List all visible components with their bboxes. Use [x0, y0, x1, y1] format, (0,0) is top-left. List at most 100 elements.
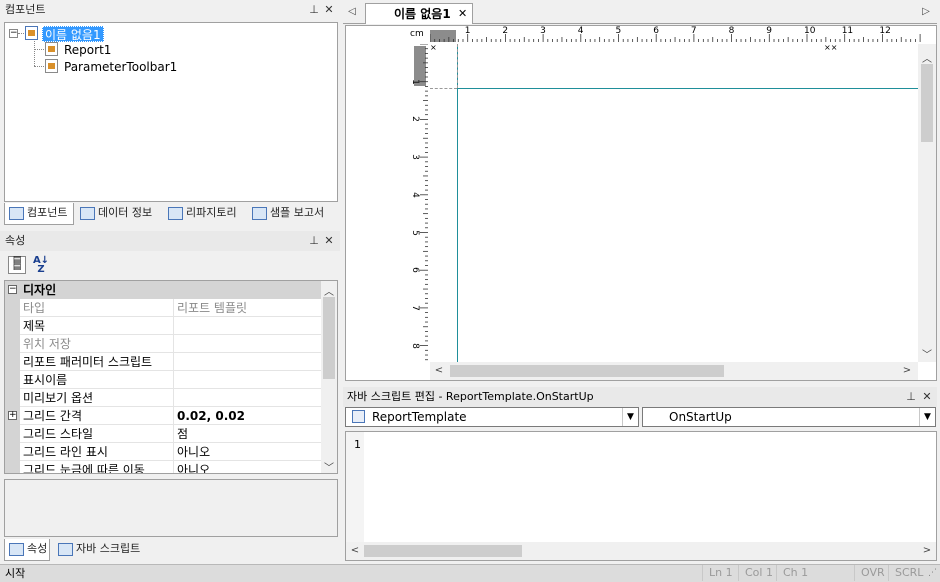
component-panel-title-text: 컴포넌트	[5, 3, 46, 16]
ruler-label: 3	[540, 26, 546, 36]
component-panel-title: 컴포넌트	[0, 0, 338, 20]
property-value[interactable]	[173, 353, 322, 371]
property-value[interactable]	[173, 389, 322, 407]
property-row[interactable]: 그리드 라인 표시 아니오	[20, 443, 322, 461]
ruler-label: 1	[409, 78, 420, 85]
pin-icon[interactable]: ⊥	[307, 231, 321, 251]
scroll-thumb[interactable]	[450, 365, 724, 377]
property-name: 그리드 눈금에 따른 이동	[23, 463, 145, 474]
close-icon[interactable]: ✕	[322, 0, 336, 20]
event-select[interactable]: OnStartUp ▼	[642, 407, 936, 427]
scroll-thumb[interactable]	[323, 297, 335, 379]
property-row[interactable]: 리포트 패러미터 스크립트	[20, 353, 322, 371]
close-tab-icon[interactable]: ✕	[458, 4, 467, 24]
close-icon[interactable]: ✕	[920, 387, 934, 407]
repository-tab-icon	[168, 207, 183, 220]
report-design-area[interactable]: cm 1 2 3 4 5 6 7 8 9 10 11 12 12345678 × ×× ︿ ﹀ < >	[345, 25, 937, 381]
property-row[interactable]: 표시이름	[20, 371, 322, 389]
expand-icon[interactable]: +	[8, 411, 17, 420]
object-select[interactable]: ReportTemplate ▼	[345, 407, 639, 427]
tab-javascript[interactable]: 자바 스크립트	[54, 539, 148, 561]
ruler-label: 6	[409, 267, 420, 274]
property-row[interactable]: 그리드 눈금에 따른 이동 아니오	[20, 461, 322, 474]
script-horizontal-scrollbar[interactable]: < >	[346, 542, 936, 560]
status-bar: 시작 Ln 1 Col 1 Ch 1 OVR SCRL ⋰	[0, 564, 940, 582]
property-row[interactable]: 위치 저장	[20, 335, 322, 353]
scroll-down-icon[interactable]: ﹀	[920, 346, 934, 361]
sample-report-tab-icon	[252, 207, 267, 220]
chevron-down-icon[interactable]: ▼	[622, 408, 638, 426]
document-tab[interactable]: 이름 없음1 ✕	[365, 3, 473, 24]
tree-item-report1[interactable]: Report1	[64, 42, 111, 58]
script-editor-title-text: 자바 스크립트 편집 - ReportTemplate.OnStartUp	[347, 390, 594, 403]
tree-root-item[interactable]: 이름 없음1	[42, 26, 104, 42]
scroll-right-icon[interactable]: >	[920, 545, 934, 556]
tree-line	[34, 41, 35, 66]
report-page[interactable]: × ××	[430, 44, 918, 362]
alphabetical-sort-icon[interactable]: A↓ Z	[32, 256, 50, 275]
property-value[interactable]	[173, 317, 322, 335]
corner-marker-icon: ××	[824, 43, 838, 52]
component-tree[interactable]: − 이름 없음1 Report1 ParameterToolbar1	[4, 22, 338, 202]
property-value[interactable]: 아니오	[173, 443, 322, 461]
categorized-view-icon[interactable]: ▤ ▤	[8, 256, 26, 274]
scroll-down-icon[interactable]: ﹀	[322, 459, 336, 473]
pin-icon[interactable]: ⊥	[307, 0, 321, 20]
ruler-label: 10	[804, 26, 816, 36]
tab-properties[interactable]: 속성	[4, 539, 50, 561]
design-vertical-scrollbar[interactable]: ︿ ﹀	[918, 44, 936, 362]
status-line: Ln 1	[702, 565, 738, 581]
tree-item-parametertoolbar1[interactable]: ParameterToolbar1	[64, 59, 177, 75]
event-select-value: OnStartUp	[669, 410, 732, 424]
tab-sample-report[interactable]: 샘플 보고서	[248, 203, 338, 225]
property-value[interactable]: 아니오	[173, 461, 322, 473]
ruler-label: 2	[409, 116, 420, 123]
script-code-editor[interactable]: 1 < >	[345, 431, 937, 561]
design-horizontal-scrollbar[interactable]: < >	[430, 362, 918, 380]
property-grid[interactable]: − 디자인 타입 리포트 템플릿 제목 위치 저장 리포트 패러미터 스크립트 표…	[4, 280, 338, 474]
javascript-tab-icon	[58, 543, 73, 556]
tree-expander-icon[interactable]: −	[9, 29, 18, 38]
scroll-left-icon[interactable]: <	[348, 545, 362, 556]
scroll-up-icon[interactable]: ︿	[920, 50, 934, 65]
scroll-right-icon[interactable]: >	[900, 365, 914, 376]
ruler-label: 9	[766, 26, 773, 36]
scroll-thumb[interactable]	[921, 64, 933, 142]
tree-line	[34, 66, 44, 67]
collapse-icon[interactable]: −	[8, 285, 17, 294]
property-row[interactable]: 타입 리포트 템플릿	[20, 299, 322, 317]
close-icon[interactable]: ✕	[322, 231, 336, 251]
property-row[interactable]: 미리보기 옵션	[20, 389, 322, 407]
status-column: Col 1	[738, 565, 776, 581]
property-value[interactable]: 0.02, 0.02	[173, 407, 322, 425]
property-row[interactable]: 그리드 스타일 점	[20, 425, 322, 443]
property-grid-scrollbar[interactable]: ︿ ﹀	[321, 281, 337, 473]
component-tab-icon	[9, 207, 24, 220]
tab-repository[interactable]: 리파지토리	[164, 203, 246, 225]
category-label: 디자인	[23, 283, 57, 297]
property-name: 리포트 패러미터 스크립트	[23, 355, 153, 369]
property-value[interactable]	[173, 335, 322, 353]
tab-scroll-right-icon[interactable]: ▷	[919, 6, 933, 17]
line-number-gutter: 1	[346, 432, 364, 542]
resize-grip-icon[interactable]: ⋰	[928, 568, 937, 578]
scroll-thumb[interactable]	[364, 545, 522, 557]
component-panel-tabs: 컴포넌트 데이터 정보 리파지토리 샘플 보고서	[0, 203, 340, 225]
properties-tab-icon	[9, 543, 24, 556]
property-value[interactable]: 점	[173, 425, 322, 443]
chevron-down-icon[interactable]: ▼	[919, 408, 935, 426]
pin-icon[interactable]: ⊥	[904, 387, 918, 407]
tab-data-info[interactable]: 데이터 정보	[76, 203, 162, 225]
ruler-label: 5	[615, 26, 622, 36]
property-category[interactable]: − 디자인	[5, 281, 321, 299]
property-value[interactable]	[173, 371, 322, 389]
scroll-up-icon[interactable]: ︿	[322, 283, 336, 298]
property-row[interactable]: 제목	[20, 317, 322, 335]
tab-scroll-left-icon[interactable]: ◁	[345, 6, 359, 17]
script-editor-title: 자바 스크립트 편집 - ReportTemplate.OnStartUp	[343, 387, 937, 407]
scroll-left-icon[interactable]: <	[432, 365, 446, 376]
tab-component[interactable]: 컴포넌트	[4, 203, 74, 225]
tab-label: 데이터 정보	[98, 206, 153, 219]
property-row[interactable]: 그리드 간격 0.02, 0.02	[20, 407, 322, 425]
ruler-label: 8	[728, 26, 735, 36]
